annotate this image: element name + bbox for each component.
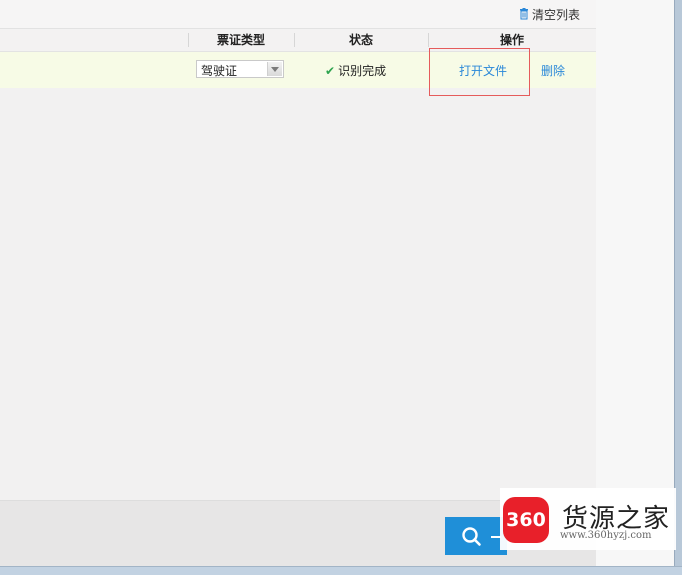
logo-url: www.360hyzj.com	[560, 530, 652, 541]
trash-icon	[519, 8, 529, 20]
status-text: 识别完成	[338, 64, 387, 78]
search-button[interactable]	[445, 517, 507, 555]
ticket-type-value: 驾驶证	[201, 64, 238, 78]
check-icon: ✔	[325, 63, 336, 78]
logo-badge: 360	[503, 497, 549, 543]
column-header-ticket-type[interactable]: 票证类型	[188, 29, 294, 51]
clear-list-button[interactable]: 清空列表	[519, 6, 580, 22]
search-icon	[462, 527, 501, 546]
right-panel	[596, 0, 674, 566]
watermark-logo: 360 货源之家 www.360hyzj.com	[500, 488, 676, 550]
list-toolbar: 清空列表	[0, 0, 596, 29]
chevron-down-icon[interactable]	[267, 62, 282, 76]
ticket-type-select[interactable]: 驾驶证	[196, 60, 284, 78]
highlight-box	[429, 48, 530, 96]
column-header-status[interactable]: 状态	[294, 29, 428, 51]
status-cell: ✔ 识别完成	[325, 62, 386, 79]
delete-link[interactable]: 删除	[541, 62, 565, 79]
clear-list-label: 清空列表	[531, 7, 580, 22]
